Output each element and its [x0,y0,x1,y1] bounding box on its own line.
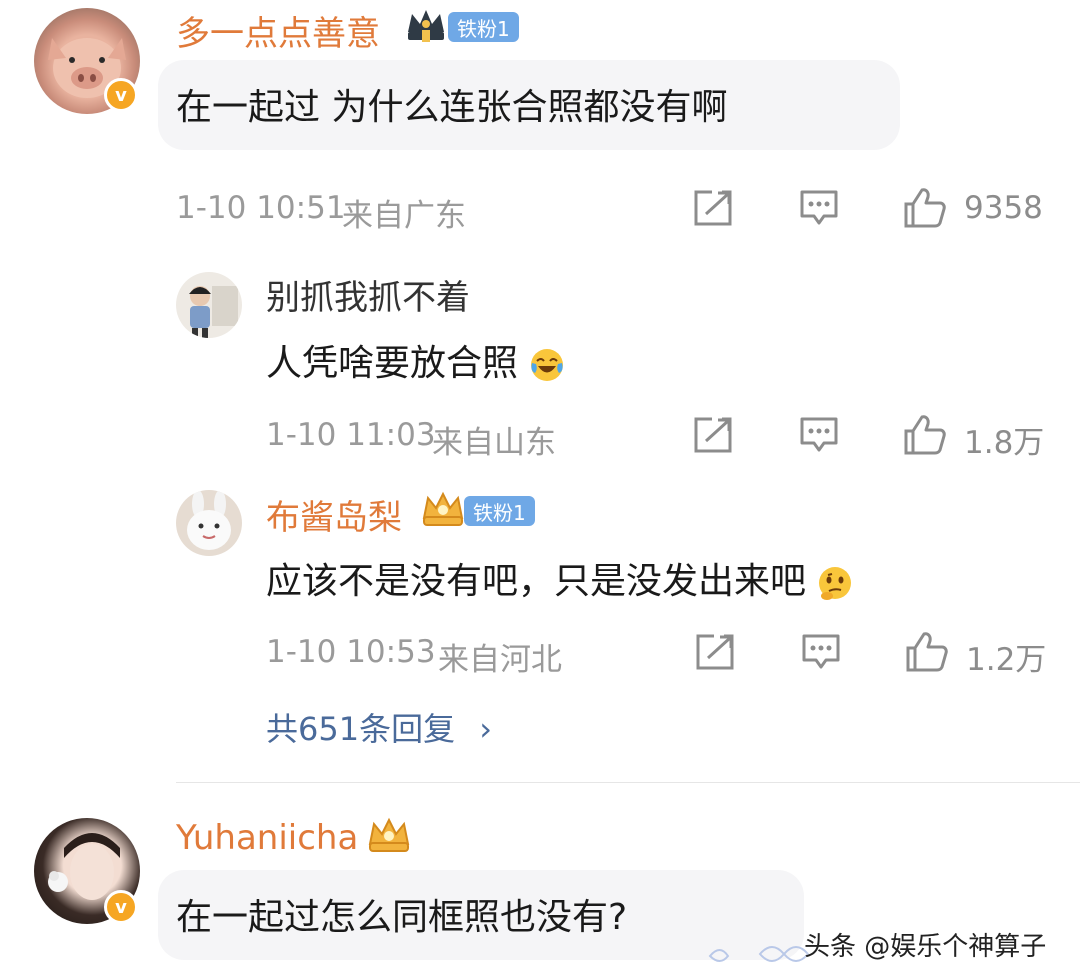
chevron-right-icon: › [479,710,493,748]
share-icon[interactable] [692,415,734,455]
like-count: 1.2万 [966,642,1047,678]
laugh-cry-emoji [531,349,564,381]
thinking-emoji [819,567,852,600]
reply-username[interactable]: 布酱岛梨 [266,490,402,539]
reply-text-content: 人凭啥要放合照 [266,343,519,384]
person-avatar-icon [189,286,238,338]
avatar-reply-2[interactable] [176,490,242,556]
reply-text-content: 应该不是没有吧，只是没发出来吧 [266,561,807,602]
comment-icon[interactable] [798,415,840,455]
reply-location: 来自河北 [438,642,562,678]
like-icon[interactable] [902,186,948,230]
fan-badge: 铁粉1 [464,496,535,526]
comment-icon[interactable] [798,188,840,228]
crown-icon [368,817,410,852]
comment-time: 1-10 10:51 [176,190,346,226]
comment-text: 在一起过怎么同框照也没有? [176,897,628,938]
comment-text: 在一起过 为什么连张合照都没有啊 [176,87,728,128]
reply-time: 1-10 11:03 [266,417,436,453]
like-icon[interactable] [904,630,950,674]
comment-divider [176,782,1080,783]
crown-icon [408,10,444,42]
reply-text: 应该不是没有吧，只是没发出来吧 [266,552,853,604]
more-replies-link[interactable]: 共651条回复 › [266,704,492,750]
more-replies-label: 共651条回复 [266,710,456,748]
rabbit-avatar-icon [187,490,231,550]
comment-icon[interactable] [800,632,842,672]
reply-location: 来自山东 [432,425,556,461]
crown-icon [422,491,464,526]
share-icon[interactable] [694,632,736,672]
watermark: 头条 @娱乐个神算子 [804,932,1047,962]
fan-badge: 铁粉1 [448,12,519,42]
reply-time: 1-10 10:53 [266,634,436,670]
like-icon[interactable] [902,413,948,457]
verified-badge: v [104,78,138,112]
bow-decoration-icon [708,946,810,962]
verified-badge: v [104,890,138,924]
comment-location: 来自广东 [342,198,466,234]
avatar-reply-1[interactable] [176,272,242,338]
share-icon[interactable] [692,188,734,228]
reply-text: 人凭啥要放合照 [266,334,565,386]
like-count: 9358 [964,190,1043,226]
comment-username[interactable]: Yuhaniicha [176,818,358,858]
reply-username[interactable]: 别抓我抓不着 [266,270,470,319]
like-count: 1.8万 [964,425,1045,461]
comment-username[interactable]: 多一点点善意 [176,6,380,55]
